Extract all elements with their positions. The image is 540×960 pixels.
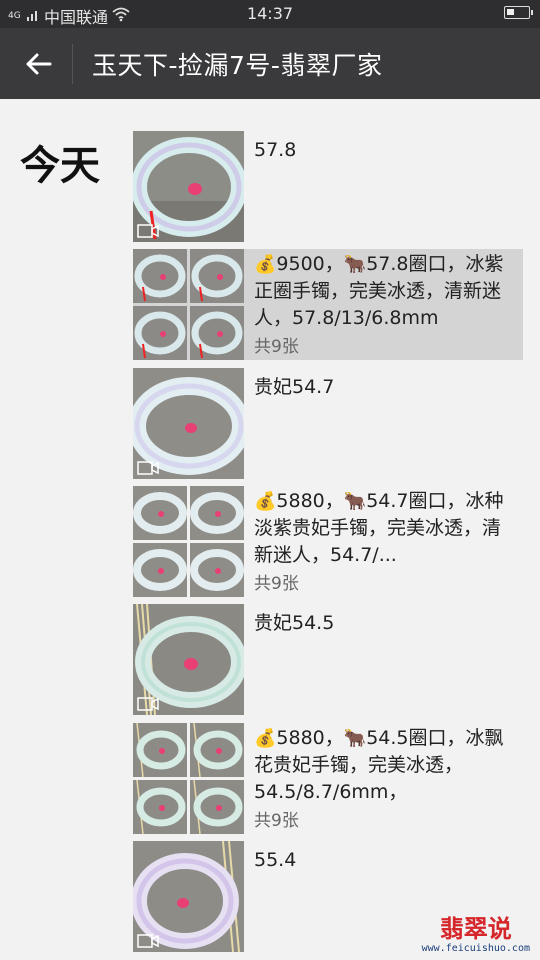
image-count: 共9张 xyxy=(254,337,299,357)
album-thumb xyxy=(133,723,187,777)
album-thumbnail-grid[interactable] xyxy=(133,249,244,360)
album-thumb xyxy=(133,306,187,360)
album-thumb xyxy=(190,780,244,834)
list-item[interactable]: 💰9500，🐂57.8圈口，冰紫正圈手镯，完美冰透，清新迷人，57.8/13/6… xyxy=(133,249,523,360)
album-thumb xyxy=(133,249,187,303)
video-camera-icon xyxy=(137,461,159,475)
battery-icon xyxy=(504,6,533,19)
album-thumb xyxy=(190,306,244,360)
album-thumb xyxy=(190,249,244,303)
money-bag-icon: 💰 xyxy=(254,728,277,749)
post-text: 💰9500，🐂57.8圈口，冰紫正圈手镯，完美冰透，清新迷人，57.8/13/6… xyxy=(254,251,510,361)
post-text: 55.4 xyxy=(254,849,297,871)
video-thumbnail[interactable] xyxy=(133,368,244,479)
post-price: 5880， xyxy=(276,727,344,749)
arrow-left-icon xyxy=(26,53,52,75)
page-title: 玉天下-捡漏7号-翡翠厂家 xyxy=(92,51,383,80)
watermark-name: 翡翠说 xyxy=(439,915,512,943)
video-thumbnail[interactable] xyxy=(133,131,244,242)
album-thumb xyxy=(190,486,244,540)
video-camera-icon xyxy=(137,934,159,948)
clock: 14:37 xyxy=(246,4,294,23)
album-thumb xyxy=(133,486,187,540)
album-thumb xyxy=(190,723,244,777)
video-camera-icon xyxy=(137,697,159,711)
title-bar: 玉天下-捡漏7号-翡翠厂家 xyxy=(0,28,540,99)
watermark: 翡翠说 www.feicuishuo.com xyxy=(422,915,530,954)
post-price: 9500， xyxy=(276,253,344,275)
post-text: 贵妃54.7 xyxy=(254,376,335,398)
title-divider xyxy=(72,44,73,84)
album-thumbnail-grid[interactable] xyxy=(133,486,244,597)
post-text: 57.8 xyxy=(254,139,297,161)
ox-icon: 🐂 xyxy=(343,254,367,275)
album-thumbnail-grid[interactable] xyxy=(133,723,244,834)
video-thumbnail[interactable] xyxy=(133,604,244,715)
ox-icon: 🐂 xyxy=(343,491,367,512)
list-item[interactable]: 贵妃54.5 xyxy=(133,604,523,715)
post-text: 贵妃54.5 xyxy=(254,612,335,634)
album-thumb xyxy=(133,780,187,834)
back-button[interactable] xyxy=(18,46,58,82)
list-item[interactable]: 💰5880，🐂54.7圈口，冰种淡紫贵妃手镯，完美冰透，清新迷人，54.7/..… xyxy=(133,486,523,597)
post-price: 5880， xyxy=(276,490,344,512)
list-item[interactable]: 💰5880，🐂54.5圈口，冰飘花贵妃手镯，完美冰透，54.5/8.7/6mm，… xyxy=(133,723,523,834)
day-label: 今天 xyxy=(20,143,100,189)
ox-icon: 🐂 xyxy=(343,728,367,749)
album-thumb xyxy=(190,543,244,597)
album-thumb xyxy=(133,543,187,597)
post-text: 💰5880，🐂54.7圈口，冰种淡紫贵妃手镯，完美冰透，清新迷人，54.7/..… xyxy=(254,488,510,598)
money-bag-icon: 💰 xyxy=(254,491,277,512)
moments-feed[interactable]: 今天 57.8 💰9500，🐂57.8圈口，冰紫正圈手镯，完美冰透，清新迷人，5… xyxy=(0,99,540,960)
image-count: 共9张 xyxy=(254,811,299,831)
watermark-url: www.feicuishuo.com xyxy=(421,943,530,954)
status-bar: 4G 中国联通 14:37 xyxy=(0,0,540,28)
list-item[interactable]: 57.8 xyxy=(133,131,523,242)
post-text: 💰5880，🐂54.5圈口，冰飘花贵妃手镯，完美冰透，54.5/8.7/6mm，… xyxy=(254,725,510,835)
video-thumbnail[interactable] xyxy=(133,841,244,952)
image-count: 共9张 xyxy=(254,574,299,594)
money-bag-icon: 💰 xyxy=(254,254,277,275)
list-item[interactable]: 贵妃54.7 xyxy=(133,368,523,479)
video-camera-icon xyxy=(137,224,159,238)
